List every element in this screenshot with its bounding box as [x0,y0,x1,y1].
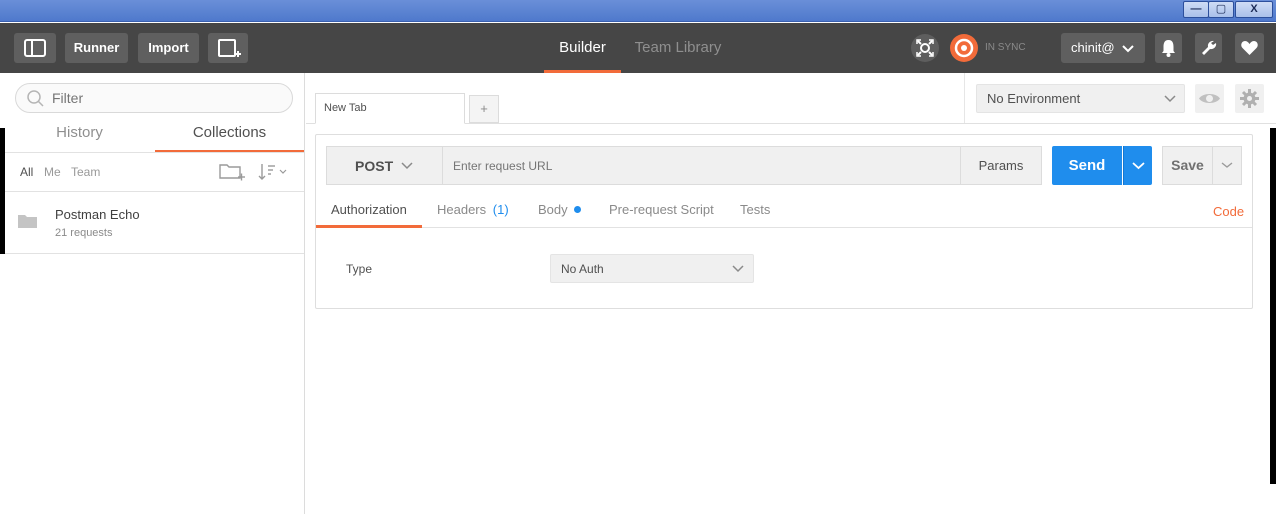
wrench-icon [1202,40,1217,55]
tab-collections[interactable]: Collections [155,121,304,153]
save-button[interactable]: Save [1162,146,1213,185]
favorites-button[interactable] [1235,33,1264,63]
tab-history[interactable]: History [5,121,154,153]
tab-authorization[interactable]: Authorization [316,196,422,228]
close-button[interactable]: X [1235,1,1273,18]
new-collection-icon[interactable] [218,161,246,183]
params-button[interactable]: Params [961,146,1042,185]
gear-icon [1240,89,1259,108]
tab-tests[interactable]: Tests [740,196,770,228]
filter-input[interactable] [52,88,282,108]
builder-panel: New Tab + No Environment POST Enter requ… [306,73,1276,514]
manage-environments-button[interactable] [1235,84,1264,113]
divider [964,73,965,123]
method-value: POST [355,158,394,174]
import-button[interactable]: Import [138,33,199,63]
maximize-button[interactable]: ▢ [1208,1,1234,18]
send-button[interactable]: Send [1052,146,1122,185]
search-icon [27,90,44,107]
window-edge-right [1270,128,1276,484]
minimize-button[interactable]: — [1183,1,1209,18]
request-tab-label: New Tab [324,102,367,114]
collection-name: Postman Echo [55,207,140,222]
request-tab[interactable]: New Tab [315,93,465,124]
collection-meta: 21 requests [55,227,113,239]
user-menu-button[interactable]: chinit@ [1061,33,1145,63]
filter-box[interactable] [15,83,293,113]
request-subtabs: Authorization Headers (1) Body Pre-reque… [316,196,1252,228]
chevron-down-icon [732,265,744,273]
send-options-button[interactable] [1123,146,1152,185]
save-options-button[interactable] [1212,146,1242,185]
chevron-down-icon [1122,45,1134,53]
tab-builder[interactable]: Builder [544,23,621,73]
tab-body[interactable]: Body [538,196,582,228]
auth-type-select[interactable]: No Auth [550,254,754,283]
settings-button[interactable] [1195,33,1222,63]
sort-icon[interactable] [257,161,289,183]
user-name: chinit@ [1071,40,1115,55]
folder-icon [18,215,37,228]
headers-count-badge: (1) [492,202,509,217]
request-tab-bar: New Tab + No Environment [306,73,1276,124]
method-select[interactable]: POST [326,146,442,185]
auth-type-label: Type [346,262,373,276]
new-window-icon [218,39,241,57]
interceptor-icon [916,39,934,57]
new-tab-window-button[interactable] [208,33,248,63]
tab-headers[interactable]: Headers (1) [437,196,509,228]
environment-quick-look-button[interactable] [1195,84,1224,113]
request-editor: POST Params Send Save Authorization [315,134,1253,309]
app-header: Runner Import Builder Team Library IN SY… [0,23,1276,73]
tab-team-library[interactable]: Team Library [630,23,726,73]
sidebar: History Collections All Me Team Postman … [5,73,305,514]
notifications-button[interactable] [1155,33,1182,63]
toggle-sidebar-button[interactable] [14,33,56,63]
filter-all[interactable]: All [20,165,33,179]
interceptor-button[interactable] [911,34,939,62]
environment-select[interactable]: No Environment [976,84,1185,113]
code-link[interactable]: Code [1213,198,1244,230]
body-label: Body [538,202,568,217]
sync-icon [954,38,974,58]
chevron-down-icon [401,162,413,170]
tab-prerequest-script[interactable]: Pre-request Script [609,196,714,228]
sync-status-text: IN SYNC [985,42,1026,53]
collection-item[interactable]: Postman Echo 21 requests [5,192,304,254]
body-indicator-dot [574,206,582,213]
headers-label: Headers [437,202,487,217]
filter-me[interactable]: Me [44,165,61,179]
chevron-down-icon [1164,95,1176,103]
eye-icon [1199,94,1220,103]
sync-status-button[interactable] [950,34,978,62]
environment-value: No Environment [987,91,1081,106]
window-titlebar: — ▢ X [0,0,1276,22]
chevron-down-icon [1221,162,1233,168]
save-label: Save [1171,157,1204,173]
chevron-down-icon [1132,162,1145,170]
url-input[interactable] [442,146,961,185]
sidebar-icon [24,39,46,57]
send-label: Send [1068,157,1106,174]
heart-icon [1241,41,1258,55]
filter-team[interactable]: Team [71,165,100,179]
bell-icon [1162,40,1175,57]
auth-type-value: No Auth [561,262,604,276]
runner-button[interactable]: Runner [65,33,128,63]
add-tab-button[interactable]: + [469,95,499,123]
divider [5,152,304,153]
